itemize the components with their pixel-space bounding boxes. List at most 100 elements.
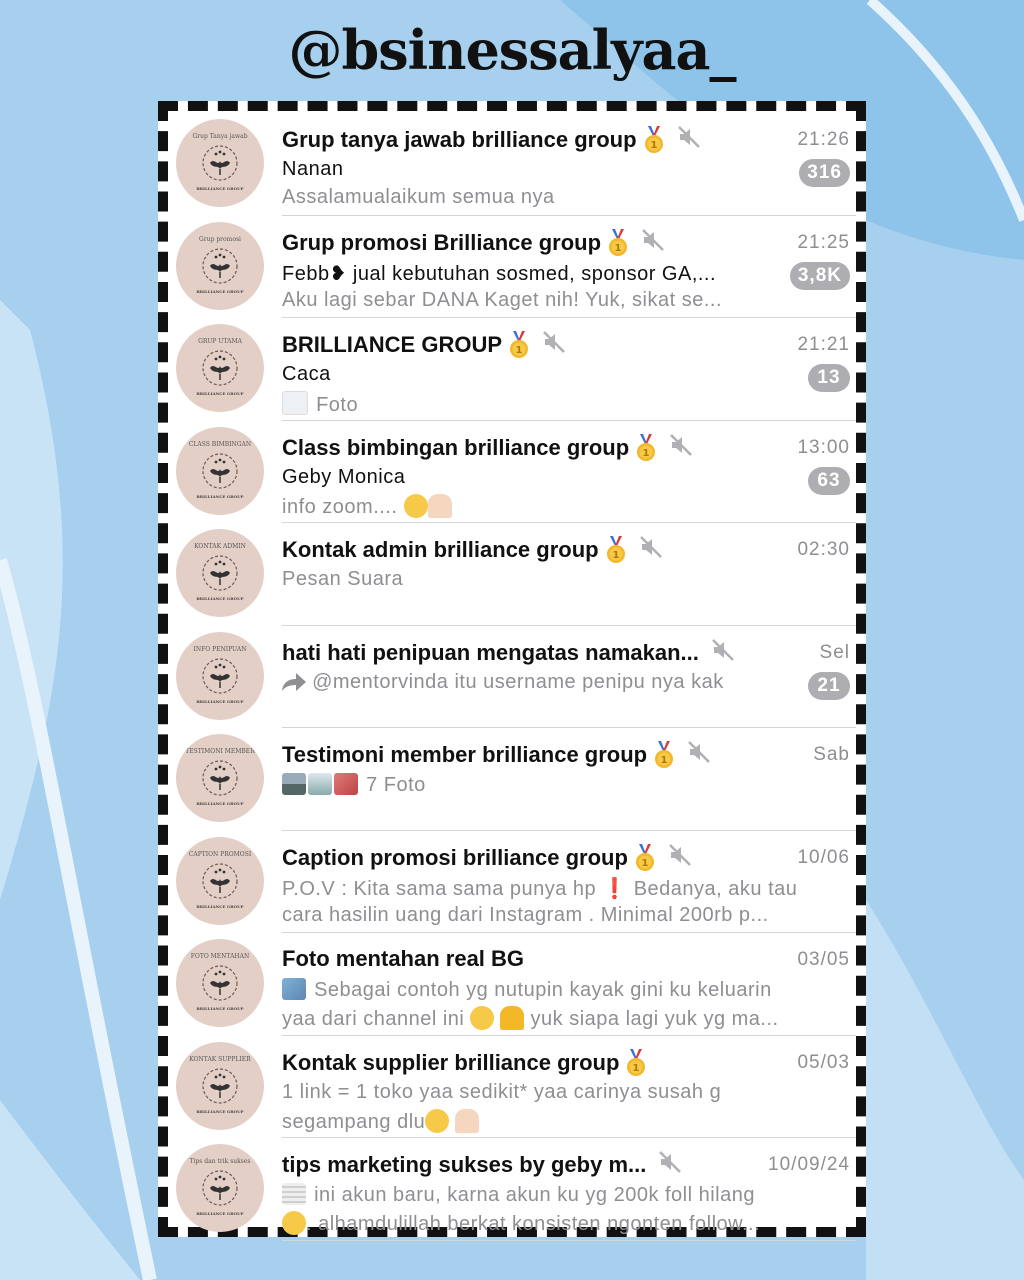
avatar-footer: BRILLIANCE GROUP [196, 493, 244, 499]
avatar-footer: BRILLIANCE GROUP [196, 288, 244, 294]
brilliance-logo-icon [200, 1066, 240, 1111]
chat-list-frame: Grup Tanya jawab BRILLIANCE GROUP Grup tan… [158, 101, 866, 1241]
avatar[interactable]: TESTIMONI MEMBER BRILLIANCE GROUP [176, 734, 264, 822]
svg-text:1: 1 [661, 755, 668, 766]
chat-row[interactable]: GRUP UTAMA BRILLIANCE GROUP BRILLIANCE GRO… [168, 318, 856, 421]
chat-row[interactable]: KONTAK ADMIN BRILLIANCE GROUP Kontak admin… [168, 523, 856, 626]
brilliance-logo-icon [200, 1168, 240, 1213]
chat-preview: cara hasilin uang dari Instagram . Minim… [282, 903, 769, 926]
chat-content: Testimoni member brilliance group 1 Sab 7 … [282, 728, 850, 831]
chat-title: BRILLIANCE GROUP [282, 332, 502, 357]
chat-preview: segampang dlu [282, 1108, 480, 1134]
brilliance-logo-icon [200, 348, 240, 393]
chat-preview-text: Foto [316, 394, 359, 416]
chat-preview: Foto [282, 391, 358, 417]
avatar[interactable]: Grup promosi BRILLIANCE GROUP [176, 221, 264, 310]
chat-title: hati hati penipuan mengatas namakan... [282, 639, 699, 665]
photo-thumbnail-icon [282, 391, 308, 415]
chat-time: Sel [819, 641, 850, 663]
avatar[interactable]: CAPTION PROMOSI BRILLIANCE GROUP [176, 836, 264, 925]
brilliance-logo-icon [200, 553, 240, 598]
chat-preview-text: Bedanya, aku tau [633, 877, 798, 900]
pray-emoji-icon [427, 493, 452, 518]
brilliance-logo-icon [200, 246, 240, 291]
avatar[interactable]: KONTAK ADMIN BRILLIANCE GROUP [176, 529, 264, 617]
smile-emoji-icon [403, 493, 428, 518]
chat-title-row: Foto mentahan real BG [282, 946, 524, 972]
chat-title-row: BRILLIANCE GROUP 1 [282, 331, 566, 359]
svg-text:1: 1 [641, 858, 648, 869]
chat-preview-text: . alhamdulillah berkat konsisten ngonten… [306, 1213, 761, 1235]
chat-preview-text: @mentorvinda itu username penipu nya kak [312, 670, 724, 693]
svg-text:1: 1 [612, 550, 619, 561]
avatar-caption: Grup Tanya jawab [192, 133, 248, 140]
chat-time: 21:26 [797, 129, 850, 150]
unread-badge: 3,8K [789, 261, 850, 290]
pray-emoji-icon [500, 1006, 525, 1030]
avatar[interactable]: Grup Tanya jawab BRILLIANCE GROUP [176, 119, 264, 207]
avatar-footer: BRILLIANCE GROUP [196, 698, 244, 704]
medal-icon: 1 [508, 331, 530, 359]
sweat-smile-emoji-icon [282, 1211, 306, 1235]
chat-preview: Sebagai contoh yg nutupin kayak gini ku … [282, 978, 772, 1002]
chat-time: 02:30 [797, 539, 850, 560]
chat-row[interactable]: Tips dan trik sukses BRILLIANCE GROUP tips… [168, 1138, 856, 1241]
svg-text:1: 1 [650, 140, 657, 151]
chat-preview-text: info zoom.... [282, 495, 398, 518]
avatar[interactable]: GRUP UTAMA BRILLIANCE GROUP [176, 324, 264, 412]
chat-row[interactable]: CAPTION PROMOSI BRILLIANCE GROUP Caption p… [168, 831, 856, 933]
chat-row[interactable]: Grup Tanya jawab BRILLIANCE GROUP Grup tan… [168, 113, 856, 216]
chat-time: 10/09/24 [768, 1154, 850, 1175]
chat-title-row: Testimoni member brilliance group 1 [282, 741, 711, 769]
mute-icon [542, 331, 566, 359]
avatar[interactable]: KONTAK SUPPLIER BRILLIANCE GROUP [176, 1041, 264, 1130]
exclamation-icon: ❗ [602, 877, 628, 900]
chat-title-row: Class bimbingan brilliance group 1 [282, 433, 693, 462]
chat-preview: 1 link = 1 toko yaa sedikit* yaa carinya… [282, 1081, 721, 1104]
chat-content: Grup tanya jawab brilliance group 1 21:26 N… [282, 113, 850, 216]
chat-preview: . alhamdulillah berkat konsisten ngonten… [282, 1211, 760, 1236]
chat-title: Kontak admin brilliance group [282, 537, 599, 562]
chat-row[interactable]: TESTIMONI MEMBER BRILLIANCE GROUP Testimon… [168, 728, 856, 831]
chat-time: 03/05 [797, 949, 850, 970]
avatar[interactable]: CLASS BIMBINGAN BRILLIANCE GROUP [176, 426, 264, 515]
chat-title: Testimoni member brilliance group [282, 742, 648, 767]
mute-icon [641, 228, 665, 257]
brilliance-logo-icon [200, 451, 240, 496]
chat-row[interactable]: INFO PENIPUAN BRILLIANCE GROUP hati hati p… [168, 626, 856, 728]
brilliance-logo-icon [200, 143, 240, 188]
avatar-caption: CLASS BIMBINGAN [188, 440, 252, 448]
chat-row[interactable]: KONTAK SUPPLIER BRILLIANCE GROUP Kontak su… [168, 1036, 856, 1139]
avatar[interactable]: Tips dan trik sukses BRILLIANCE GROUP [176, 1144, 264, 1232]
chat-row[interactable]: FOTO MENTAHAN BRILLIANCE GROUP Foto mentah… [168, 933, 856, 1036]
avatar-footer: BRILLIANCE GROUP [196, 801, 244, 806]
medal-icon: 1 [653, 741, 675, 769]
chat-preview: info zoom.... [282, 493, 452, 519]
chat-preview: Aku lagi sebar DANA Kaget nih! Yuk, sika… [282, 288, 723, 311]
avatar-footer: BRILLIANCE GROUP [196, 186, 244, 191]
unread-badge: 21 [808, 671, 850, 700]
unread-badge: 316 [799, 159, 850, 187]
chat-preview: 7 Foto [282, 773, 426, 797]
avatar[interactable]: FOTO MENTAHAN BRILLIANCE GROUP [176, 939, 264, 1027]
chat-title: Caption promosi brilliance group [282, 844, 628, 870]
avatar-footer: BRILLIANCE GROUP [196, 903, 244, 909]
chat-sender: Nanan [282, 158, 344, 180]
chat-row[interactable]: Grup promosi BRILLIANCE GROUP Grup promosi… [168, 216, 856, 318]
chat-preview-text: yuk siapa lagi yuk yg ma... [530, 1008, 779, 1030]
chat-content: Class bimbingan brilliance group 1 13:00 Ge… [282, 421, 850, 524]
avatar-caption: Tips dan trik sukses [189, 1158, 251, 1165]
chat-title: Foto mentahan real BG [282, 946, 525, 971]
brilliance-logo-icon [200, 656, 240, 701]
avatar-caption: Grup promosi [199, 235, 241, 243]
chat-content: Kontak supplier brilliance group 1 05/03 1 … [282, 1036, 850, 1139]
medal-icon: 1 [605, 536, 627, 564]
chat-preview: Pesan Suara [282, 568, 404, 590]
unread-badge: 13 [808, 364, 850, 392]
chat-title: Grup promosi Brilliance group [282, 229, 602, 255]
chat-row[interactable]: CLASS BIMBINGAN BRILLIANCE GROUP Class bim… [168, 421, 856, 524]
avatar[interactable]: INFO PENIPUAN BRILLIANCE GROUP [176, 631, 264, 720]
chat-time: 05/03 [797, 1051, 850, 1073]
chat-title-row: Grup tanya jawab brilliance group 1 [282, 126, 701, 154]
brilliance-logo-icon [200, 861, 240, 906]
